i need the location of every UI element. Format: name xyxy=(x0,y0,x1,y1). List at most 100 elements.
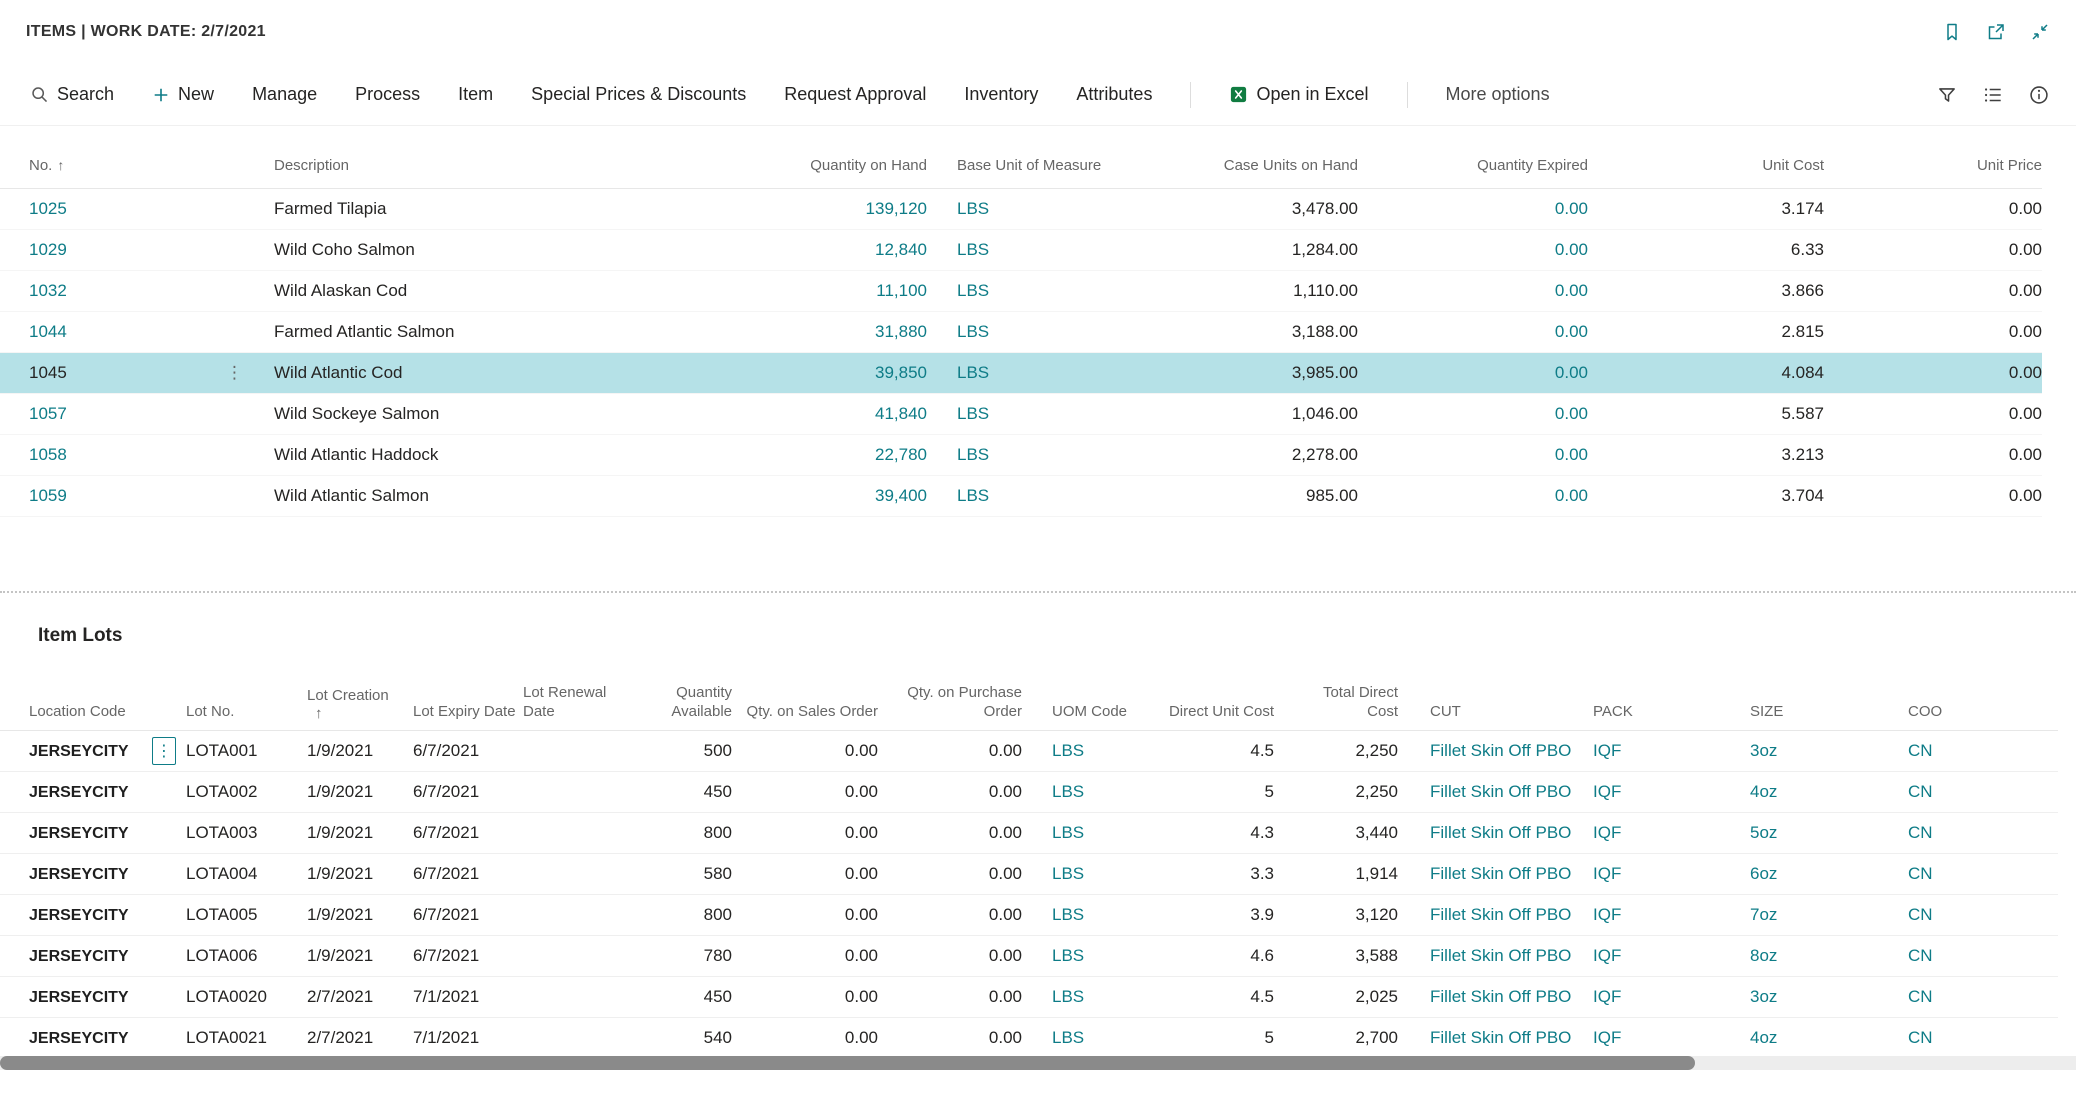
description-cell[interactable]: Farmed Atlantic Salmon xyxy=(265,311,747,352)
cut-cell[interactable]: Fillet Skin Off PBO xyxy=(1398,813,1593,854)
location-code-value[interactable]: JERSEYCITY xyxy=(29,866,129,883)
lot-expiry-cell[interactable]: 7/1/2021 xyxy=(409,1018,519,1059)
pack-link[interactable]: IQF xyxy=(1593,782,1621,801)
unit-cost-cell[interactable]: 3.174 xyxy=(1588,188,1824,229)
uom-code-link[interactable]: LBS xyxy=(1052,823,1084,842)
location-code-value[interactable]: JERSEYCITY xyxy=(29,1030,129,1047)
base-uom-cell[interactable]: LBS xyxy=(927,270,1160,311)
pack-cell[interactable]: IQF xyxy=(1593,854,1750,895)
quantity-on-hand-cell[interactable]: 39,850 xyxy=(747,352,927,393)
unit-price-cell[interactable]: 0.00 xyxy=(1824,393,2042,434)
lot-creation-cell[interactable]: 1/9/2021 xyxy=(303,731,409,772)
description-cell[interactable]: Farmed Tilapia xyxy=(265,188,747,229)
item-row[interactable]: 1058Wild Atlantic Haddock22,780LBS2,278.… xyxy=(0,434,2042,475)
location-code-cell[interactable]: JERSEYCITY xyxy=(0,813,182,854)
pack-link[interactable]: IQF xyxy=(1593,905,1621,924)
total-direct-cost-cell[interactable]: 2,025 xyxy=(1298,977,1398,1018)
direct-unit-cost-cell[interactable]: 5 xyxy=(1150,1018,1298,1059)
pack-cell[interactable]: IQF xyxy=(1593,936,1750,977)
size-link[interactable]: 6oz xyxy=(1750,864,1777,883)
lot-expiry-cell[interactable]: 6/7/2021 xyxy=(409,772,519,813)
base-uom-link[interactable]: LBS xyxy=(957,363,989,382)
qty-sales-order-cell[interactable]: 0.00 xyxy=(732,854,878,895)
unit-cost-cell[interactable]: 6.33 xyxy=(1588,229,1824,270)
location-code-value[interactable]: JERSEYCITY xyxy=(29,743,129,760)
quantity-on-hand-cell[interactable]: 139,120 xyxy=(747,188,927,229)
uom-code-link[interactable]: LBS xyxy=(1052,864,1084,883)
quantity-expired-cell[interactable]: 0.00 xyxy=(1358,229,1588,270)
item-no-cell[interactable]: 1057 xyxy=(0,393,265,434)
qty-sales-order-cell[interactable]: 0.00 xyxy=(732,977,878,1018)
unit-price-cell[interactable]: 0.00 xyxy=(1824,352,2042,393)
col-header-quantity-expired[interactable]: Quantity Expired xyxy=(1358,144,1588,188)
lot-expiry-cell[interactable]: 6/7/2021 xyxy=(409,895,519,936)
item-no-cell[interactable]: 1059 xyxy=(0,475,265,516)
col-header-pack[interactable]: PACK xyxy=(1593,657,1750,731)
case-units-cell[interactable]: 1,110.00 xyxy=(1160,270,1358,311)
total-direct-cost-cell[interactable]: 3,120 xyxy=(1298,895,1398,936)
quantity-on-hand-cell[interactable]: 11,100 xyxy=(747,270,927,311)
location-code-value[interactable]: JERSEYCITY xyxy=(29,825,129,842)
quantity-expired-link[interactable]: 0.00 xyxy=(1555,240,1588,259)
row-options-icon[interactable]: ⋮ xyxy=(226,363,243,383)
col-header-case-units-on-hand[interactable]: Case Units on Hand xyxy=(1160,144,1358,188)
scrollbar-thumb[interactable] xyxy=(0,1056,1695,1070)
uom-code-link[interactable]: LBS xyxy=(1052,1028,1084,1047)
item-row[interactable]: 1044Farmed Atlantic Salmon31,880LBS3,188… xyxy=(0,311,2042,352)
unit-price-cell[interactable]: 0.00 xyxy=(1824,229,2042,270)
col-header-lot-creation[interactable]: Lot Creation↑ xyxy=(303,657,409,731)
total-direct-cost-cell[interactable]: 2,250 xyxy=(1298,731,1398,772)
lot-no-cell[interactable]: LOTA006 xyxy=(182,936,303,977)
coo-link[interactable]: CN xyxy=(1908,946,1933,965)
item-row[interactable]: 1025Farmed Tilapia139,120LBS3,478.000.00… xyxy=(0,188,2042,229)
location-code-value[interactable]: JERSEYCITY xyxy=(29,948,129,965)
coo-link[interactable]: CN xyxy=(1908,782,1933,801)
pack-cell[interactable]: IQF xyxy=(1593,772,1750,813)
lot-creation-cell[interactable]: 1/9/2021 xyxy=(303,813,409,854)
direct-unit-cost-cell[interactable]: 4.5 xyxy=(1150,731,1298,772)
quantity-on-hand-link[interactable]: 22,780 xyxy=(875,445,927,464)
lot-row[interactable]: JERSEYCITYLOTA0041/9/20216/7/20215800.00… xyxy=(0,854,2058,895)
open-in-excel-button[interactable]: Open in Excel xyxy=(1229,84,1368,105)
lot-row[interactable]: JERSEYCITYLOTA0021/9/20216/7/20214500.00… xyxy=(0,772,2058,813)
quantity-available-cell[interactable]: 800 xyxy=(625,895,732,936)
size-link[interactable]: 7oz xyxy=(1750,905,1777,924)
location-code-cell[interactable]: JERSEYCITY xyxy=(0,936,182,977)
size-cell[interactable]: 7oz xyxy=(1750,895,1908,936)
quantity-expired-link[interactable]: 0.00 xyxy=(1555,404,1588,423)
quantity-on-hand-link[interactable]: 39,850 xyxy=(875,363,927,382)
quantity-expired-link[interactable]: 0.00 xyxy=(1555,363,1588,382)
lot-row[interactable]: JERSEYCITYLOTA00202/7/20217/1/20214500.0… xyxy=(0,977,2058,1018)
total-direct-cost-cell[interactable]: 3,440 xyxy=(1298,813,1398,854)
location-code-cell[interactable]: JERSEYCITY ⋮ xyxy=(0,731,182,772)
size-cell[interactable]: 4oz xyxy=(1750,1018,1908,1059)
base-uom-link[interactable]: LBS xyxy=(957,486,989,505)
col-header-no[interactable]: No.↑ xyxy=(0,144,265,188)
filter-icon[interactable] xyxy=(1936,84,1958,106)
search-button[interactable]: Search xyxy=(30,84,114,105)
pack-cell[interactable]: IQF xyxy=(1593,895,1750,936)
quantity-expired-link[interactable]: 0.00 xyxy=(1555,322,1588,341)
base-uom-link[interactable]: LBS xyxy=(957,199,989,218)
lot-row[interactable]: JERSEYCITYLOTA0031/9/20216/7/20218000.00… xyxy=(0,813,2058,854)
coo-cell[interactable]: CN xyxy=(1908,813,2058,854)
col-header-size[interactable]: SIZE xyxy=(1750,657,1908,731)
quantity-available-cell[interactable]: 780 xyxy=(625,936,732,977)
item-no-link[interactable]: 1045 xyxy=(29,363,67,382)
cut-cell[interactable]: Fillet Skin Off PBO xyxy=(1398,936,1593,977)
quantity-on-hand-link[interactable]: 139,120 xyxy=(866,199,927,218)
menu-item[interactable]: Process xyxy=(355,84,420,105)
quantity-expired-link[interactable]: 0.00 xyxy=(1555,445,1588,464)
row-options-icon[interactable]: ⋮ xyxy=(152,737,176,765)
base-uom-cell[interactable]: LBS xyxy=(927,475,1160,516)
size-cell[interactable]: 3oz xyxy=(1750,977,1908,1018)
pack-cell[interactable]: IQF xyxy=(1593,1018,1750,1059)
uom-code-cell[interactable]: LBS xyxy=(1022,977,1150,1018)
coo-link[interactable]: CN xyxy=(1908,864,1933,883)
unit-cost-cell[interactable]: 4.084 xyxy=(1588,352,1824,393)
unit-cost-cell[interactable]: 3.866 xyxy=(1588,270,1824,311)
case-units-cell[interactable]: 1,284.00 xyxy=(1160,229,1358,270)
col-header-coo[interactable]: COO xyxy=(1908,657,2058,731)
col-header-qty-on-sales-order[interactable]: Qty. on Sales Order xyxy=(732,657,878,731)
col-header-quantity-available[interactable]: Quantity Available xyxy=(625,657,732,731)
